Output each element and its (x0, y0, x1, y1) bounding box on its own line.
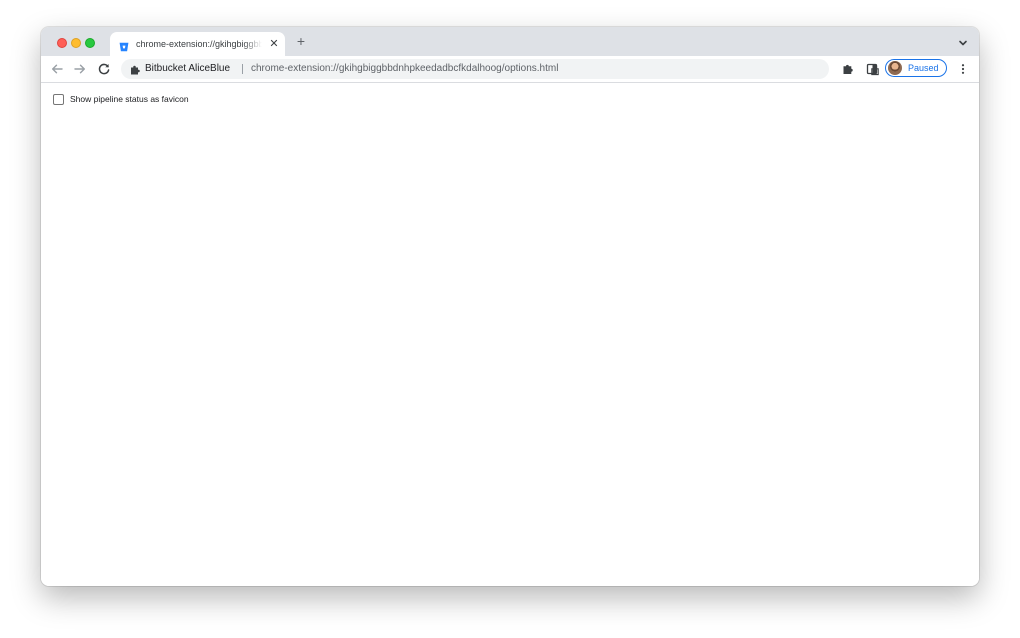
kebab-menu-icon[interactable] (956, 62, 970, 76)
puzzle-icon (129, 63, 141, 75)
site-origin-label: Bitbucket AliceBlue (145, 63, 231, 74)
tab-strip: chrome-extension://gkihgbiggbbdnhpkeedad… (41, 27, 979, 56)
option-label: Show pipeline status as favicon (70, 94, 189, 104)
window-close-button[interactable] (57, 38, 67, 48)
back-arrow-icon[interactable] (50, 62, 64, 76)
url-text: chrome-extension://gkihgbiggbbdnhpkeedad… (251, 63, 559, 74)
plus-icon[interactable]: + (294, 34, 308, 48)
active-tab[interactable]: chrome-extension://gkihgbiggbbdnhpkeedad… (110, 32, 285, 56)
browser-window: chrome-extension://gkihgbiggbbdnhpkeedad… (41, 27, 979, 586)
window-minimize-button[interactable] (71, 38, 81, 48)
profile-button[interactable]: Paused (885, 59, 947, 77)
window-maximize-button[interactable] (85, 38, 95, 48)
profile-status-label: Paused (908, 63, 939, 73)
reload-icon[interactable] (97, 62, 111, 76)
avatar (888, 61, 902, 75)
origin-separator (242, 64, 243, 74)
tab-title: chrome-extension://gkihgbiggbbdnhpkeedad… (136, 39, 262, 49)
pipeline-favicon-checkbox[interactable] (53, 94, 64, 105)
side-panel-icon[interactable] (865, 62, 879, 76)
puzzle-icon[interactable] (841, 62, 855, 76)
forward-arrow-icon[interactable] (73, 62, 87, 76)
close-icon[interactable]: ✕ (268, 38, 280, 50)
address-bar[interactable]: Bitbucket AliceBlue chrome-extension://g… (121, 59, 904, 79)
chevron-down-icon[interactable] (957, 36, 969, 48)
toolbar: Bitbucket AliceBlue chrome-extension://g… (41, 56, 979, 83)
page-content: Show pipeline status as favicon (41, 83, 979, 586)
bitbucket-icon (119, 39, 129, 52)
